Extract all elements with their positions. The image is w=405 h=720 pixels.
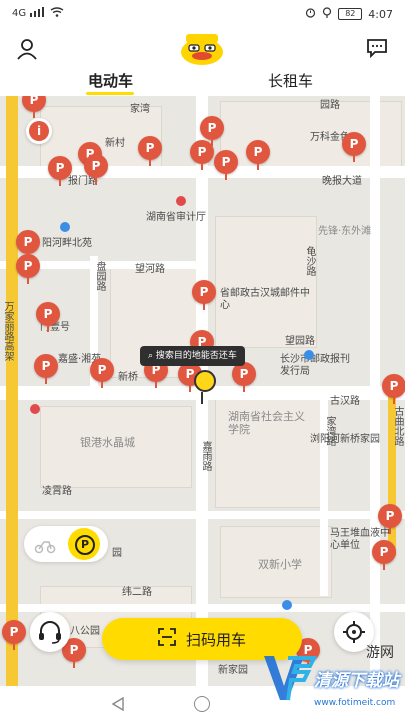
user-icon[interactable] — [16, 38, 38, 60]
vehicle-parking-toggle[interactable]: P — [24, 526, 108, 562]
map-label: 盘园路 — [94, 261, 105, 291]
map-label: 万家丽路高架 — [2, 301, 13, 361]
parking-pin[interactable] — [36, 302, 60, 332]
home-nav-icon[interactable] — [194, 696, 210, 712]
parking-pin[interactable] — [48, 156, 72, 186]
map-label: 省邮政古汉城邮件中心 — [220, 288, 310, 311]
scan-icon — [158, 628, 176, 650]
wifi-icon — [50, 7, 64, 20]
map-label: 阳河畔北苑 — [42, 238, 92, 249]
poi-red-icon — [176, 196, 186, 206]
parking-pin[interactable] — [22, 96, 46, 118]
location-status-icon — [322, 7, 332, 21]
parking-pin[interactable] — [138, 136, 162, 166]
parking-pin[interactable] — [34, 354, 58, 384]
tab-electric[interactable]: 电动车 — [88, 70, 133, 91]
search-small-icon: ⌕ — [148, 351, 154, 361]
map-label: 新村 — [105, 138, 125, 149]
headset-icon — [39, 621, 61, 644]
battery-icon: 82 — [338, 8, 363, 20]
network-label: 4G — [12, 8, 27, 19]
watermark-text: 清源下载站 — [314, 671, 399, 691]
map-label: 长沙市邮政报刊发行局 — [280, 354, 350, 377]
parking-pin[interactable] — [214, 150, 238, 180]
parking-pin[interactable] — [232, 362, 256, 392]
active-tab-indicator — [86, 92, 134, 95]
tab-long-rental[interactable]: 长租车 — [268, 70, 313, 91]
current-position-marker — [194, 370, 216, 392]
map-label: 龟沙路 — [304, 246, 315, 276]
poi-blue-icon — [282, 600, 292, 610]
destination-tooltip[interactable]: ⌕ 搜索目的地能否还车 — [140, 346, 245, 366]
map-label: 新家园 — [218, 665, 248, 676]
parking-icon[interactable]: P — [68, 528, 100, 560]
map-label: 先锋·东外滩 — [318, 226, 372, 237]
map-block — [215, 216, 317, 348]
map-road — [370, 96, 380, 686]
info-icon[interactable]: i — [26, 118, 52, 144]
poi-blue-icon — [60, 222, 70, 232]
watermark-url: www.fotimeit.com — [314, 698, 396, 708]
map-label: 古汉路 — [330, 396, 360, 407]
map-label: 湖南省社会主义学院 — [228, 410, 305, 436]
parking-pin[interactable] — [382, 374, 405, 404]
map-label: 浏阳河新桥家园 — [310, 434, 380, 445]
alarm-icon — [305, 7, 316, 21]
back-nav-icon[interactable] — [111, 696, 124, 712]
map-road — [0, 511, 405, 519]
map-label: 凌霄路 — [42, 486, 72, 497]
scooter-icon[interactable] — [34, 534, 56, 554]
map-label: 新桥 — [118, 372, 138, 383]
watermark-logo — [264, 656, 318, 701]
clock-time: 4:07 — [368, 7, 393, 21]
map-label: 园路 — [320, 100, 340, 111]
map-label: 望园路 — [285, 336, 315, 347]
map-label: 晚报大道 — [322, 176, 362, 187]
parking-pin[interactable] — [90, 358, 114, 388]
scan-label: 扫码用车 — [185, 630, 246, 649]
status-bar: 4G 82 4:07 — [0, 0, 405, 26]
watermark: 游网 清源下载站 www.fotimeit.com — [258, 640, 404, 716]
map-label: 望河路 — [135, 264, 165, 275]
map-label: 园 — [112, 548, 122, 559]
map-label: 湖南省审计厅 — [146, 212, 206, 223]
message-icon[interactable] — [366, 38, 388, 59]
map-label: 银港水晶城 — [80, 436, 135, 449]
current-position-stem — [201, 392, 203, 404]
map-road — [0, 604, 405, 612]
map-label: 八公园 — [70, 626, 100, 637]
duck-logo — [178, 32, 226, 66]
parking-pin[interactable] — [16, 254, 40, 284]
parking-pin[interactable] — [84, 154, 108, 184]
parking-pin[interactable] — [378, 504, 402, 534]
poi-blue-icon — [304, 350, 314, 360]
expressway — [6, 96, 18, 686]
poi-red-icon — [30, 404, 40, 414]
top-tabs: 电动车 长租车 — [0, 70, 405, 96]
parking-pin[interactable] — [246, 140, 270, 170]
map-view[interactable]: 家湾 新村 报门路 湖南省审计厅 阳河畔北苑 望河路 盘园路 省邮政古汉城邮件中… — [0, 96, 405, 686]
map-label: 嘉雨路 — [200, 441, 211, 471]
parking-pin[interactable] — [2, 620, 26, 650]
parking-pin[interactable] — [192, 280, 216, 310]
map-label: 双新小学 — [258, 558, 302, 571]
signal-icon — [30, 7, 46, 20]
parking-pin[interactable] — [190, 140, 214, 170]
map-label: 古曲北路 — [392, 406, 403, 446]
parking-pin[interactable] — [342, 132, 366, 162]
parking-pin[interactable] — [372, 540, 396, 570]
map-label: 纬二路 — [122, 587, 152, 598]
tooltip-text: 搜索目的地能否还车 — [155, 351, 237, 361]
map-label: 家湾 — [130, 104, 150, 115]
customer-service-button[interactable] — [30, 612, 70, 652]
watermark-sub: 游网 — [366, 645, 394, 661]
